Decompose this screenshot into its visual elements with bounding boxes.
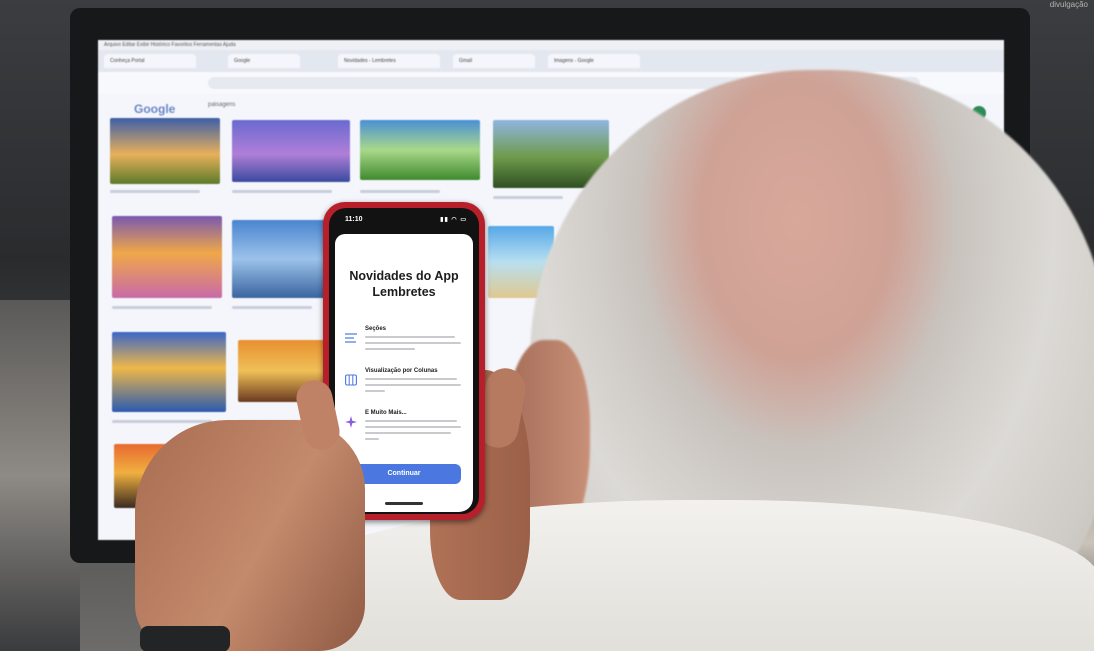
feature-item: Seções xyxy=(345,326,469,366)
browser-tab: Google xyxy=(228,54,300,68)
browser-tab: Gmail xyxy=(453,54,535,68)
image-result xyxy=(112,216,222,298)
image-caption xyxy=(232,306,312,309)
feature-description xyxy=(365,426,461,428)
browser-tab: Conheça Portal xyxy=(104,54,196,68)
feature-description xyxy=(365,342,461,344)
browser-tabbar: Conheça Portal Google Novidades - Lembre… xyxy=(98,50,1004,72)
feature-description xyxy=(365,420,457,422)
feature-title: Visualização por Colunas xyxy=(365,368,438,374)
status-bar: 11:10 ▮▮ ◠ ▭ xyxy=(329,208,479,228)
home-indicator xyxy=(385,502,423,505)
sheet-title: Novidades do App Lembretes xyxy=(349,269,459,299)
columns-icon xyxy=(345,374,357,386)
feature-description xyxy=(365,348,415,350)
image-result xyxy=(110,118,220,184)
office-background-left xyxy=(0,300,80,651)
signal-wifi-battery-icon: ▮▮ ◠ ▭ xyxy=(440,217,467,223)
image-result xyxy=(232,220,326,298)
left-hand xyxy=(135,420,365,651)
feature-description xyxy=(365,432,451,434)
image-result xyxy=(232,120,350,182)
photo-credit: divulgação xyxy=(1049,0,1088,9)
feature-item: E Muito Mais... xyxy=(345,410,469,450)
status-time: 11:10 xyxy=(345,216,363,223)
feature-description xyxy=(365,336,455,338)
feature-description xyxy=(365,390,385,392)
browser-menubar: Arquivo Editar Exibir Histórico Favorito… xyxy=(98,40,1004,50)
sections-icon xyxy=(345,333,357,343)
feature-item: Visualização por Colunas xyxy=(345,368,469,408)
image-result xyxy=(112,332,226,412)
image-result xyxy=(360,120,480,180)
sparkle-icon xyxy=(345,416,357,428)
image-caption xyxy=(112,420,212,423)
browser-tab: Novidades - Lembretes xyxy=(338,54,440,68)
wristwatch xyxy=(140,626,230,651)
feature-description xyxy=(365,384,461,386)
feature-title: Seções xyxy=(365,326,387,332)
photo: Arquivo Editar Exibir Histórico Favorito… xyxy=(0,0,1094,651)
image-caption xyxy=(112,306,212,309)
feature-title: E Muito Mais... xyxy=(365,410,407,416)
browser-tab: Imagens - Google xyxy=(548,54,640,68)
image-caption xyxy=(110,190,200,193)
image-caption xyxy=(232,190,332,193)
feature-description xyxy=(365,378,457,380)
google-logo: Google xyxy=(134,102,176,116)
feature-description xyxy=(365,438,379,440)
search-query: paisagens xyxy=(208,102,236,108)
image-caption xyxy=(493,196,563,199)
image-caption xyxy=(360,190,440,193)
